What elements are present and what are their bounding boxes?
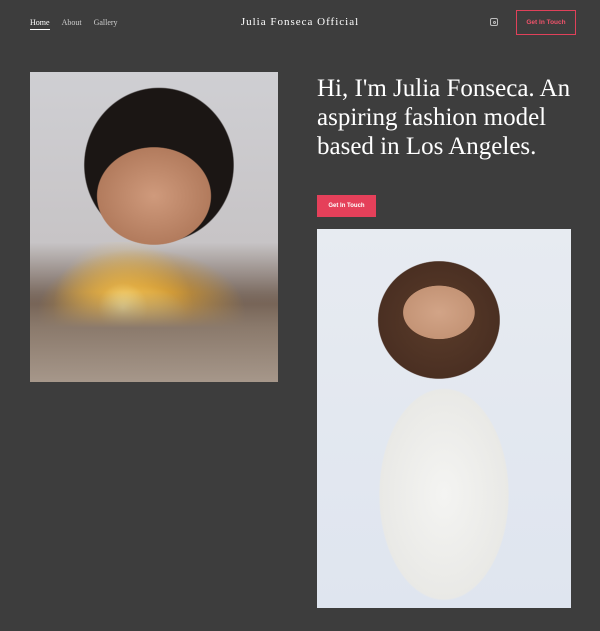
hero-headline: Hi, I'm Julia Fonseca. An aspiring fashi… [317, 75, 571, 160]
fullbody-photo-white-dress [317, 229, 571, 608]
instagram-icon[interactable] [490, 18, 498, 26]
site-title[interactable]: Julia Fonseca Official [0, 16, 600, 28]
hero-get-in-touch-button[interactable]: Get In Touch [317, 195, 376, 217]
header-get-in-touch-button[interactable]: Get In Touch [516, 10, 576, 35]
portrait-photo-glitter [30, 72, 278, 382]
fur-coat [30, 292, 278, 382]
